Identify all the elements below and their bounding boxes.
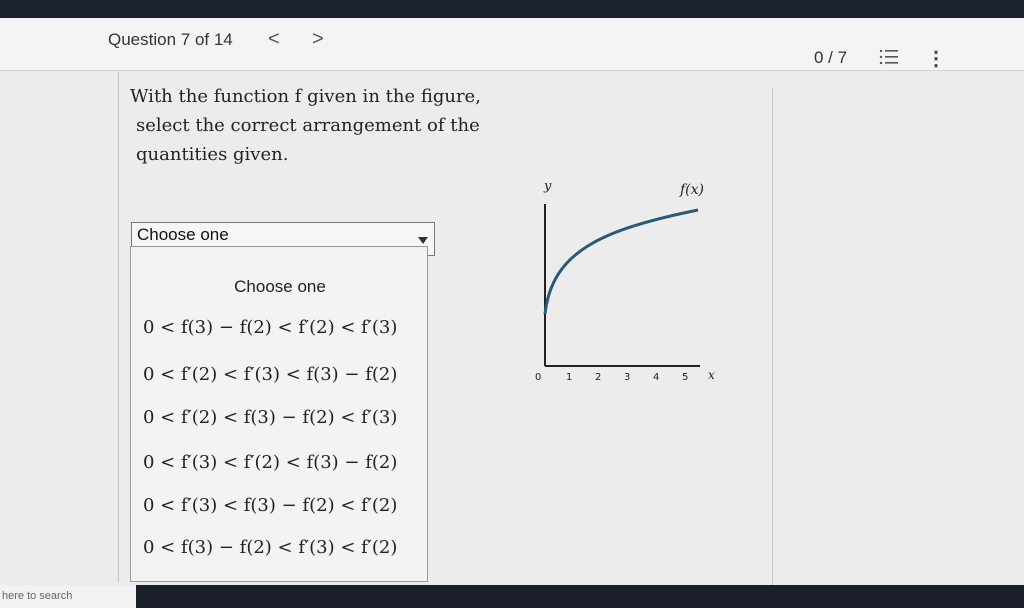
- os-taskbar: here to search: [0, 585, 1024, 608]
- y-axis-label: y: [543, 179, 552, 194]
- next-question-button[interactable]: >: [312, 28, 324, 51]
- x-axis-label: x: [708, 368, 715, 382]
- option-6[interactable]: 0 < f(3) − f(2) < f′(3) < f′(2): [143, 537, 423, 558]
- option-5[interactable]: 0 < f′(3) < f(3) − f(2) < f′(2): [143, 495, 423, 516]
- answer-options-dropdown: Choose one 0 < f(3) − f(2) < f′(2) < f′(…: [130, 246, 428, 582]
- panel-divider-right: [772, 88, 773, 588]
- previous-question-button[interactable]: <: [268, 28, 280, 51]
- prompt-line-3: quantities given.: [136, 144, 289, 165]
- more-options-icon[interactable]: ⋮: [926, 46, 946, 71]
- option-2[interactable]: 0 < f′(2) < f′(3) < f(3) − f(2): [143, 364, 423, 385]
- score-display: 0 / 7: [814, 48, 848, 67]
- question-header: Question 7 of 14 < > 0 / 7 ⋮: [0, 18, 1024, 71]
- prompt-line-1: With the function f given in the figure,: [130, 86, 481, 107]
- option-1[interactable]: 0 < f(3) − f(2) < f′(2) < f′(3): [143, 317, 423, 338]
- question-prompt: With the function f given in the figure,…: [130, 82, 510, 169]
- tick-label-4: 4: [653, 372, 659, 383]
- chevron-down-icon: [418, 237, 428, 244]
- option-4[interactable]: 0 < f′(3) < f′(2) < f(3) − f(2): [143, 452, 423, 473]
- tick-label-3: 3: [624, 372, 630, 383]
- taskbar-search-input[interactable]: here to search: [0, 585, 136, 608]
- curve-label: f(x): [679, 182, 704, 198]
- function-graph: y f(x) x 0 1 2 3 4 5: [535, 179, 715, 383]
- taskbar-search-placeholder: here to search: [2, 590, 73, 602]
- answer-select-value: Choose one: [137, 225, 229, 244]
- option-3[interactable]: 0 < f′(2) < f(3) − f(2) < f′(3): [143, 407, 423, 428]
- question-counter: Question 7 of 14: [108, 30, 233, 49]
- option-placeholder[interactable]: Choose one: [131, 277, 429, 297]
- tick-label-2: 2: [595, 372, 601, 383]
- prompt-line-2: select the correct arrangement of the: [136, 115, 480, 136]
- function-curve: [543, 208, 699, 315]
- tick-label-0: 0: [535, 372, 541, 383]
- tick-label-1: 1: [566, 372, 572, 383]
- question-list-icon[interactable]: [878, 47, 900, 67]
- window-top-bar: [0, 0, 1024, 18]
- tick-label-5: 5: [682, 372, 688, 383]
